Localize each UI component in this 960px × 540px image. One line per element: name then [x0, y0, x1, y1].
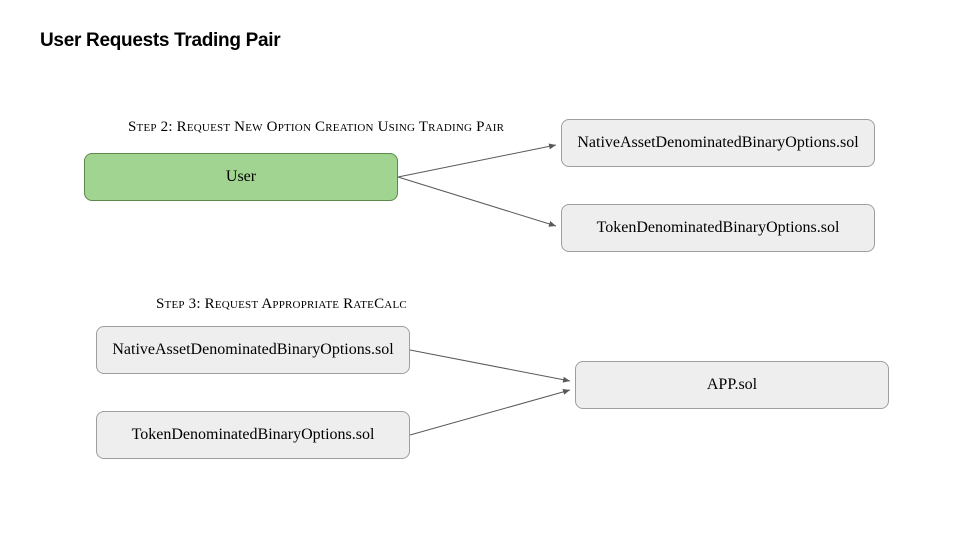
node-native-step2: NativeAssetDenominatedBinaryOptions.sol [561, 119, 875, 167]
node-app: APP.sol [575, 361, 889, 409]
arrow-user-to-token [398, 177, 556, 226]
node-token-step3-label: TokenDenominatedBinaryOptions.sol [132, 426, 375, 444]
step3-label: Step 3: Request Appropriate RateCalc [156, 296, 407, 313]
node-token-step3: TokenDenominatedBinaryOptions.sol [96, 411, 410, 459]
page-title: User Requests Trading Pair [40, 30, 280, 52]
node-token-step2-label: TokenDenominatedBinaryOptions.sol [597, 219, 840, 237]
arrow-native-to-app [410, 350, 570, 381]
node-native-step3-label: NativeAssetDenominatedBinaryOptions.sol [112, 341, 393, 359]
arrows-layer [0, 0, 960, 540]
node-native-step3: NativeAssetDenominatedBinaryOptions.sol [96, 326, 410, 374]
node-token-step2: TokenDenominatedBinaryOptions.sol [561, 204, 875, 252]
node-app-label: APP.sol [707, 376, 757, 394]
arrow-token-to-app [410, 390, 570, 435]
step2-label: Step 2: Request New Option Creation Usin… [128, 119, 504, 136]
node-native-step2-label: NativeAssetDenominatedBinaryOptions.sol [577, 134, 858, 152]
node-user: User [84, 153, 398, 201]
node-user-label: User [226, 168, 256, 186]
arrow-user-to-native [398, 145, 556, 177]
